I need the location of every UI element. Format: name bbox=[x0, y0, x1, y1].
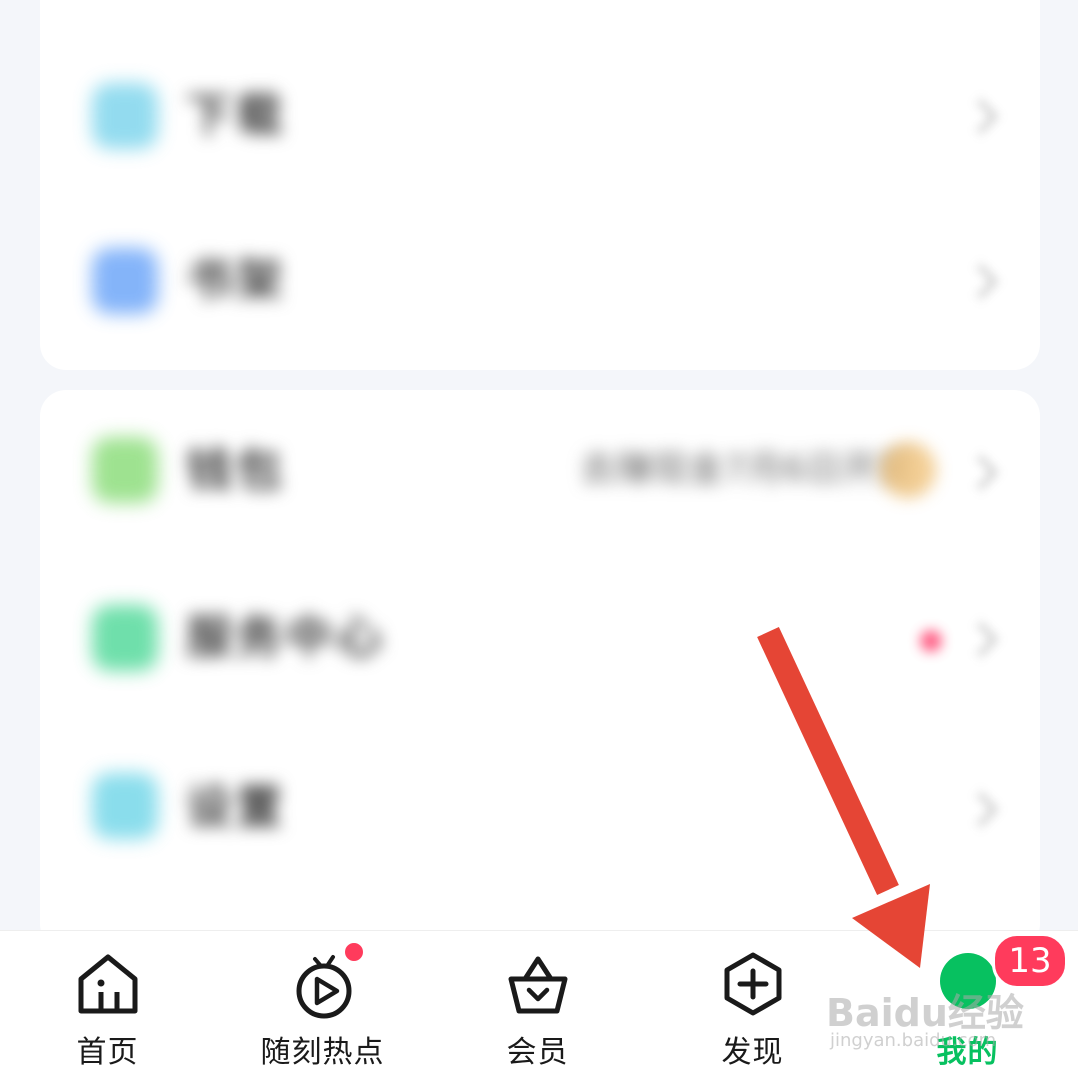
menu-card-bottom: 钱包 去赚现金7月6日开奖 服务中心 设置 bbox=[40, 390, 1040, 950]
menu-row-label: 下载 bbox=[186, 88, 286, 142]
promo-avatar-icon bbox=[880, 442, 936, 498]
tab-label: 随刻热点 bbox=[260, 1035, 385, 1070]
settings-icon bbox=[92, 773, 158, 839]
chevron-right-icon bbox=[962, 263, 999, 300]
menu-row-label: 服务中心 bbox=[186, 610, 386, 664]
menu-row-settings[interactable]: 设置 bbox=[40, 745, 1040, 865]
wallet-promo-text: 去赚现金7月6日开奖 bbox=[580, 449, 914, 490]
menu-row-wallet[interactable]: 钱包 去赚现金7月6日开奖 bbox=[40, 410, 1040, 530]
plus-hexagon-icon bbox=[724, 952, 781, 1016]
new-dot-indicator bbox=[920, 630, 942, 652]
watermark-logo-text: Baidu经验 bbox=[826, 991, 1024, 1035]
tab-hot[interactable]: 随刻热点 bbox=[215, 931, 430, 1079]
notification-dot bbox=[343, 941, 365, 963]
menu-row-download[interactable]: 下载 bbox=[40, 50, 1040, 170]
tab-vip[interactable]: 会员 bbox=[430, 931, 645, 1079]
download-icon bbox=[92, 83, 158, 149]
menu-row-label: 书架 bbox=[186, 253, 286, 307]
tab-home[interactable]: 首页 bbox=[0, 931, 215, 1079]
home-icon bbox=[78, 954, 137, 1014]
bookshelf-icon bbox=[92, 248, 158, 314]
unread-count-badge: 13 bbox=[992, 933, 1068, 989]
chevron-right-icon bbox=[962, 621, 999, 658]
menu-row-service-center[interactable]: 服务中心 bbox=[40, 575, 1040, 695]
wallet-icon bbox=[92, 437, 158, 503]
vip-basket-icon bbox=[508, 956, 567, 1014]
menu-row-label: 钱包 bbox=[186, 443, 286, 497]
watermark-url: jingyan.baidu.com bbox=[830, 1030, 997, 1051]
menu-row-bookshelf[interactable]: 书架 bbox=[40, 215, 1040, 335]
tab-label: 会员 bbox=[506, 1035, 569, 1070]
tab-label: 首页 bbox=[76, 1035, 139, 1070]
menu-row-label: 设置 bbox=[186, 780, 286, 834]
watermark: Baidu经验 jingyan.baidu.com bbox=[826, 982, 1026, 1056]
chevron-right-icon bbox=[962, 454, 999, 491]
service-center-icon bbox=[92, 605, 158, 671]
chevron-right-icon bbox=[962, 791, 999, 828]
menu-card-top: 下载 书架 bbox=[40, 0, 1040, 370]
chevron-right-icon bbox=[962, 98, 999, 135]
